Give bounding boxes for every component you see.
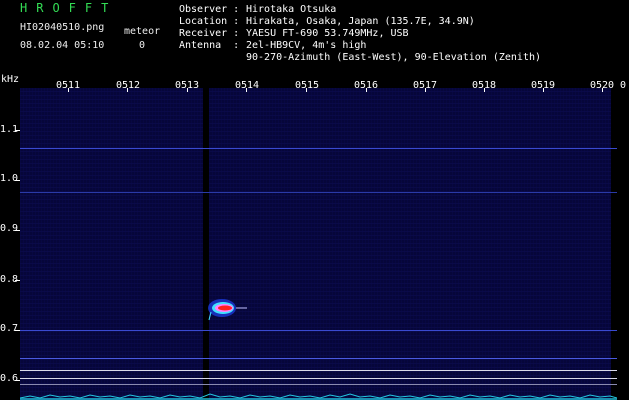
time-tick-mark (246, 88, 247, 92)
freq-tick-1.0: 1.0 (0, 173, 19, 184)
carrier-line (20, 378, 617, 379)
antenna-direction-value: 90-270-Azimuth (East-West), 90-Elevation… (246, 52, 542, 63)
filename-label: HI02040510.png (20, 22, 105, 33)
spectrogram-plot (20, 88, 617, 400)
observer-key: Observer : (179, 4, 240, 15)
receiver-key: Receiver : (179, 28, 240, 39)
meteor-label: meteor (124, 26, 161, 37)
receiver-value: YAESU FT-690 53.749MHz, USB (246, 28, 409, 39)
app-title: HROFFT (20, 1, 118, 15)
time-tick-mark (602, 88, 603, 92)
time-tick-mark (306, 88, 307, 92)
time-tick-mark (425, 88, 426, 92)
meteor-echo (208, 299, 247, 321)
freq-tick-0.7: 0.7 (0, 323, 19, 334)
time-tick-mark (366, 88, 367, 92)
carrier-line (20, 370, 617, 371)
freq-tick-0.6: 0.6 (0, 373, 19, 384)
carrier-line (20, 192, 617, 193)
carrier-line (20, 358, 617, 359)
frequency-unit-label: kHz (1, 74, 20, 85)
time-tick-mark (187, 88, 188, 92)
time-tick-mark (484, 88, 485, 92)
freq-tick-0.9: 0.9 (0, 223, 19, 234)
location-key: Location : (179, 16, 240, 27)
location-value: Hirakata, Osaka, Japan (135.7E, 34.9N) (246, 16, 475, 27)
carrier-line (20, 148, 617, 149)
data-gap (203, 88, 209, 400)
meteor-count: 0 (139, 40, 146, 51)
time-tick-mark (543, 88, 544, 92)
carrier-line (20, 330, 617, 331)
datetime-label: 08.02.04 05:10 (20, 40, 105, 51)
carrier-line (20, 384, 617, 385)
antenna-value: 2el-HB9CV, 4m's high (246, 40, 367, 51)
time-tick-mark (68, 88, 69, 92)
header-panel: HROFFT HI02040510.png meteor 08.02.04 05… (0, 0, 629, 75)
observer-value: Hirotaka Otsuka (246, 4, 337, 15)
noise-floor (20, 393, 617, 400)
time-tick-mark (127, 88, 128, 92)
right-strip (617, 88, 629, 400)
antenna-key: Antenna : (179, 40, 240, 51)
